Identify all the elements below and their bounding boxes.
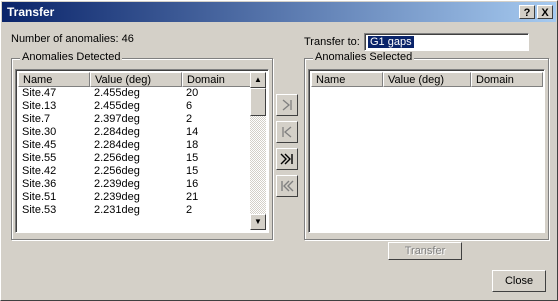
row-domain: 15 xyxy=(186,165,199,177)
row-value: 2.239deg xyxy=(94,178,140,190)
move-right-icon xyxy=(282,99,292,111)
column-header-domain[interactable]: Domain xyxy=(182,72,252,87)
anomalies-selected-list[interactable]: Name Value (deg) Domain xyxy=(308,69,545,233)
selected-column-header-domain[interactable]: Domain xyxy=(471,72,543,87)
row-value: 2.284deg xyxy=(94,139,140,151)
selected-column-header-value[interactable]: Value (deg) xyxy=(383,72,471,87)
help-button[interactable]: ? xyxy=(519,5,535,19)
scroll-thumb[interactable] xyxy=(250,88,266,116)
row-value: 2.284deg xyxy=(94,126,140,138)
transfer-button[interactable]: Transfer xyxy=(388,242,462,260)
move-all-right-button[interactable] xyxy=(276,148,298,170)
row-name: Site.55 xyxy=(22,152,57,164)
transfer-to-value: G1 gaps xyxy=(368,36,414,48)
row-name: Site.45 xyxy=(22,139,57,151)
row-value: 2.239deg xyxy=(94,191,140,203)
transfer-to-input[interactable]: G1 gaps xyxy=(364,33,529,51)
row-name: Site.36 xyxy=(22,178,57,190)
move-right-button[interactable] xyxy=(276,94,298,116)
detected-scrollbar[interactable]: ▲ ▼ xyxy=(250,72,266,230)
anomaly-count: Number of anomalies: 46 xyxy=(11,33,134,45)
scroll-up-icon[interactable]: ▲ xyxy=(250,72,266,88)
row-domain: 15 xyxy=(186,152,199,164)
row-domain: 18 xyxy=(186,139,199,151)
row-domain: 16 xyxy=(186,178,199,190)
row-name: Site.13 xyxy=(22,100,57,112)
row-name: Site.42 xyxy=(22,165,57,177)
row-value: 2.455deg xyxy=(94,87,140,99)
close-button[interactable]: Close xyxy=(492,270,546,292)
row-domain: 20 xyxy=(186,87,199,99)
row-domain: 14 xyxy=(186,126,199,138)
anomalies-detected-title: Anomalies Detected xyxy=(20,51,123,63)
column-header-value[interactable]: Value (deg) xyxy=(90,72,182,87)
row-domain: 2 xyxy=(186,204,193,216)
move-all-left-button[interactable] xyxy=(276,175,298,197)
column-header-name[interactable]: Name xyxy=(18,72,90,87)
move-left-button[interactable] xyxy=(276,121,298,143)
anomalies-detected-list[interactable]: Name Value (deg) Domain Site.47 2.455deg 2… xyxy=(15,69,269,233)
row-name: Site.7 xyxy=(22,113,51,125)
move-all-left-icon xyxy=(281,180,294,192)
anomalies-detected-group: Anomalies Detected Name Value (deg) Doma… xyxy=(11,51,273,240)
row-domain: 6 xyxy=(186,100,193,112)
window-title: Transfer xyxy=(7,5,55,19)
anomalies-selected-group: Anomalies Selected Name Value (deg) Doma… xyxy=(304,51,549,240)
row-value: 2.231deg xyxy=(94,204,140,216)
row-name: Site.53 xyxy=(22,204,57,216)
close-window-button[interactable]: X xyxy=(537,5,553,19)
scroll-down-icon[interactable]: ▼ xyxy=(250,214,266,230)
row-value: 2.397deg xyxy=(94,113,140,125)
row-value: 2.256deg xyxy=(94,165,140,177)
row-name: Site.47 xyxy=(22,87,57,99)
transfer-to-label: Transfer to: xyxy=(304,36,360,48)
title-bar[interactable]: Transfer ? X xyxy=(2,2,556,22)
transfer-dialog: Transfer ? X Number of anomalies: 46 Tra… xyxy=(0,0,558,301)
selected-column-header-name[interactable]: Name xyxy=(311,72,383,87)
row-name: Site.51 xyxy=(22,191,57,203)
row-name: Site.30 xyxy=(22,126,57,138)
row-value: 2.455deg xyxy=(94,100,140,112)
row-domain: 2 xyxy=(186,113,193,125)
row-domain: 21 xyxy=(186,191,199,203)
anomalies-selected-title: Anomalies Selected xyxy=(313,51,415,63)
row-value: 2.256deg xyxy=(94,152,140,164)
move-left-icon xyxy=(282,126,292,138)
move-all-right-icon xyxy=(280,153,293,165)
